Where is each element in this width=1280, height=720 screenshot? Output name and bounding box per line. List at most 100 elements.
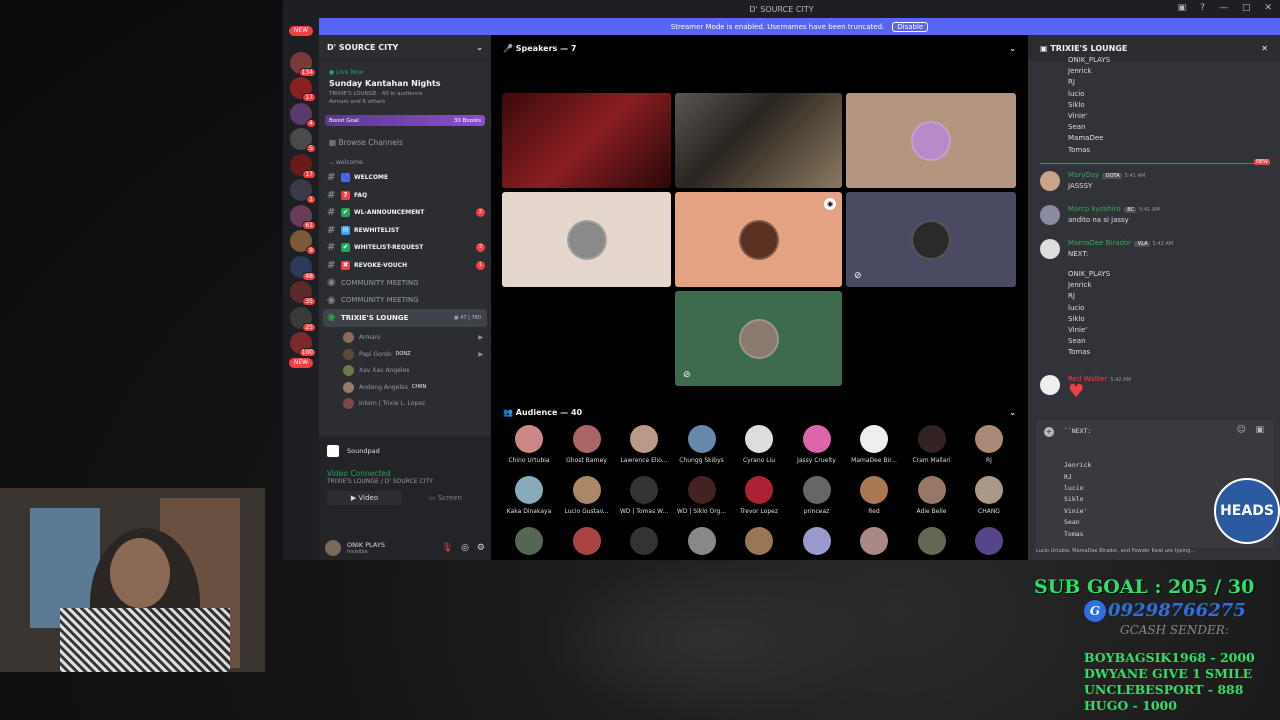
emoji-icon[interactable]: ☺ [1237,425,1246,435]
channel-community-meeting[interactable]: ◉ COMMUNITY MEETING [319,292,491,310]
audience-member[interactable]: Jassy Cruelty [788,425,846,464]
close-icon[interactable]: ✕ [1264,3,1272,13]
voice-user-name: Andeng Angeles [359,383,408,391]
avatar[interactable] [325,540,341,556]
help-icon[interactable]: ? [1200,3,1205,13]
audience-member[interactable]: Lucio Gustav... [558,476,616,515]
video-button[interactable]: ▶ Video [327,491,402,505]
audience-member[interactable] [960,527,1018,555]
audience-member[interactable]: Chungg Skibys [673,425,731,464]
message-author[interactable]: MamaDee Birador VLA 5:42 AM [1068,239,1173,247]
channel-rewhitelist[interactable]: # ✉ REWHITELIST [319,222,491,240]
channel-wl-announcement[interactable]: # ✔ WL-ANNOUNCEMENT 2 [319,204,491,222]
screen-share-button[interactable]: ▭ Screen [408,491,483,505]
audience-member[interactable]: WD | Tomas W... [615,476,673,515]
audience-member[interactable]: Kaka Dinakaya [500,476,558,515]
channel-faq[interactable]: #? FAQ [319,187,491,205]
audience-member[interactable] [673,527,731,555]
category-welcome[interactable]: ⌄ welcome. [319,151,491,169]
server-icon[interactable]: 48 [290,255,316,281]
speaker-tile[interactable] [675,93,842,188]
voice-user[interactable]: Papi Gordo DONZ ▶ [319,346,491,363]
speaker-tile[interactable] [846,93,1016,188]
audience-member[interactable] [500,527,558,555]
audience-member[interactable]: Adie Belle [903,476,961,515]
game-icon[interactable]: ▣ [1255,425,1264,435]
server-icon[interactable]: 9 [290,230,316,255]
soundpad-panel[interactable]: Soundpad [319,437,491,463]
speaker-tile[interactable]: ⊘ [846,192,1016,287]
speakers-header[interactable]: 🎤 Speakers — 7 ⌄ [491,35,1028,61]
channel-trixies-lounge[interactable]: ◉ TRIXIE'S LOUNGE ▣ 47 | 780 [323,309,487,327]
audience-member[interactable]: Trevor Lopez [730,476,788,515]
live-event[interactable]: ● Live Now Sunday Kantahan Nights TRIXIE… [325,65,485,111]
audience-member[interactable] [558,527,616,555]
audience-member[interactable]: Cram Mallari [903,425,961,464]
audience-member[interactable]: CHANG [960,476,1018,515]
avatar[interactable] [1040,375,1060,395]
close-icon[interactable]: ✕ [1261,44,1268,53]
message-author[interactable]: Marco kyoshiro BC 5:41 AM [1068,205,1160,213]
message-author[interactable]: MaryDay DOTA 5:41 AM [1068,171,1145,179]
audience-member[interactable]: princeaz [788,476,846,515]
channel-welcome[interactable]: # 🐾 WELCOME [319,169,491,187]
server-icon[interactable]: 1 [290,179,316,204]
server-icon[interactable]: 100 [290,332,316,357]
server-icon[interactable]: 17 [290,153,316,179]
audience-member[interactable] [845,527,903,555]
voice-user[interactable]: Armani ▶ [319,330,491,347]
audience-member[interactable] [788,527,846,555]
maximize-icon[interactable]: □ [1242,3,1251,13]
server-icon[interactable]: 17 [290,77,316,102]
composer-text[interactable]: ``NEXT: Jenrick RJ lucio Siklo Vinie' Se… [1064,426,1091,540]
speaker-tile[interactable]: ◉ [675,192,842,287]
channel-community-meeting[interactable]: ◉ COMMUNITY MEETING [319,274,491,292]
connection-location[interactable]: TRIXIE'S LOUNGE / D' SOURCE CITY [327,478,483,485]
audience-header[interactable]: 👥 Audience — 40 ⌄ [491,401,1028,423]
audience-member[interactable]: RJ [960,425,1018,464]
gear-icon[interactable]: ⚙ [477,543,485,553]
mention-count: 35 [302,297,316,306]
avatar [911,219,951,260]
audience-member-name: Red [868,508,880,515]
mute-mic-icon[interactable]: 🎙 [442,543,453,553]
voice-user[interactable]: Andeng Angeles CHRN [319,379,491,396]
plus-icon[interactable]: + [1044,427,1054,437]
audience-member[interactable]: WD | Siklo Org... [673,476,731,515]
channel-whitelist-request[interactable]: # ✔ WHITELIST-REQUEST 3 [319,239,491,257]
server-icon[interactable]: 134 [290,51,316,77]
speaker-tile[interactable]: ⊘ [675,291,842,386]
server-header[interactable]: D' SOURCE CITY ⌄ [319,35,491,61]
inbox-icon[interactable]: ▣ [1178,3,1187,13]
server-icon[interactable]: 25 [290,306,316,332]
voice-user[interactable]: Xav Xav Angeles [319,363,491,380]
server-icon[interactable]: 4 [290,102,316,128]
server-icon[interactable]: 5 [290,128,316,153]
channel-revoke-vouch[interactable]: # ✖ REVOKE-VOUCH 1 [319,257,491,275]
audience-member[interactable]: Red [845,476,903,515]
audience-member[interactable] [730,527,788,555]
audience-member[interactable]: Ghost Barney [558,425,616,464]
audience-member[interactable] [903,527,961,555]
speaker-tile[interactable] [502,192,671,287]
boost-goal-bar[interactable]: Boost Goal 30 Boosts [325,115,485,126]
headset-icon[interactable]: ◎ [461,543,469,553]
audience-member[interactable]: Cyrano Liu [730,425,788,464]
avatar[interactable] [1040,171,1060,191]
server-icon[interactable]: 61 [290,204,316,230]
audience-member[interactable]: Lawrence Elio... [615,425,673,464]
minimize-icon[interactable]: — [1219,3,1228,13]
browse-channels[interactable]: ▦ Browse Channels [319,128,491,151]
avatar[interactable] [1040,205,1060,225]
voice-user[interactable]: Intern | Trixie L. Lopez [319,396,491,413]
audience-member[interactable] [615,527,673,555]
speaker-tile[interactable] [502,93,671,188]
audience-member-name: Adie Belle [916,508,947,515]
audience-member[interactable]: MamaDee Bir... [845,425,903,464]
server-icon[interactable]: 35 [290,281,316,306]
disable-button[interactable]: Disable [892,21,929,32]
avatar[interactable] [1040,239,1060,259]
live-now-label: ● Live Now [329,69,364,76]
audience-member[interactable]: Chino Urtubia [500,425,558,464]
webcam-overlay [0,488,265,672]
